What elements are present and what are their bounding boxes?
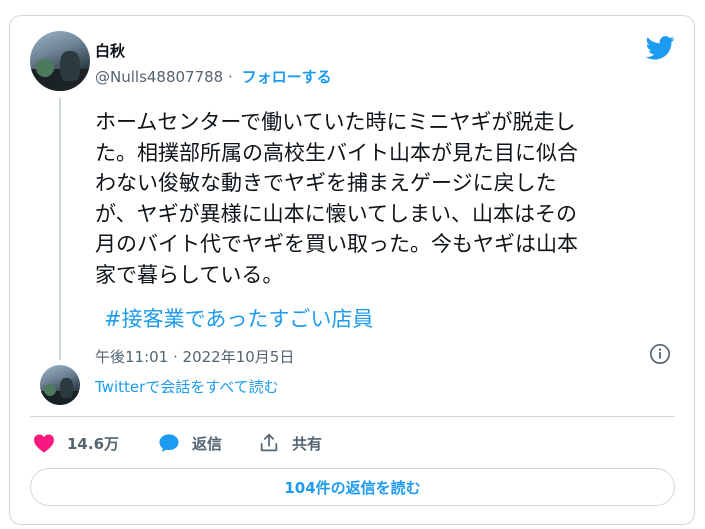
tweet-embed-card: 白秋 @Nulls48807788 · フォローする ホームセンターで働いていた… xyxy=(9,15,695,525)
divider xyxy=(30,416,675,417)
avatar[interactable] xyxy=(30,31,90,91)
thread-line xyxy=(59,98,61,360)
tweet-text-line: が、ヤギが異様に山本に懐いてしまい、山本はその xyxy=(95,201,577,226)
reply-action[interactable]: 返信 xyxy=(158,430,222,456)
share-icon xyxy=(260,433,278,452)
info-icon[interactable] xyxy=(649,343,671,365)
tweet-text-line: た。相撲部所属の高校生バイト山本が見た目に似合 xyxy=(95,140,578,165)
share-action[interactable]: 共有 xyxy=(258,430,322,456)
user-handle[interactable]: @Nulls48807788 xyxy=(95,68,223,86)
read-conversation-link[interactable]: Twitterで会話をすべて読む xyxy=(95,376,279,397)
like-action[interactable]: 14.6万 xyxy=(33,430,119,456)
tweet-text-line: 家で暮らしている。 xyxy=(95,262,284,287)
tweet-text: ホームセンターで働いていた時にミニヤギが脱走し た。相撲部所属の高校生バイト山本… xyxy=(95,107,685,290)
tweet-timestamp[interactable]: 午後11:01 · 2022年10月5日 xyxy=(95,346,294,367)
twitter-bird-icon[interactable] xyxy=(646,36,675,60)
tweet-text-line: わない俊敏な動きでヤギを捕まえゲージに戻した xyxy=(95,171,557,195)
avatar-small[interactable] xyxy=(40,365,80,405)
reply-bubble-icon xyxy=(159,434,179,452)
tweet-text-line: 月のバイト代でヤギを買い取った。今もヤギは山本 xyxy=(95,232,578,256)
separator-dot: · xyxy=(228,68,233,86)
reply-label: 返信 xyxy=(192,434,223,453)
tweet-text-line: ホームセンターで働いていた時にミニヤギが脱走し xyxy=(95,110,576,134)
like-count: 14.6万 xyxy=(67,434,120,453)
heart-icon xyxy=(34,434,54,453)
share-label: 共有 xyxy=(292,434,323,453)
read-replies-button[interactable]: 104件の返信を読む xyxy=(30,468,675,506)
follow-button[interactable]: フォローする xyxy=(242,68,332,86)
user-handle-row: @Nulls48807788 · フォローする xyxy=(95,66,332,87)
hashtag-link[interactable]: #接客業であったすごい店員 xyxy=(104,303,373,333)
user-display-name[interactable]: 白秋 xyxy=(95,40,125,61)
